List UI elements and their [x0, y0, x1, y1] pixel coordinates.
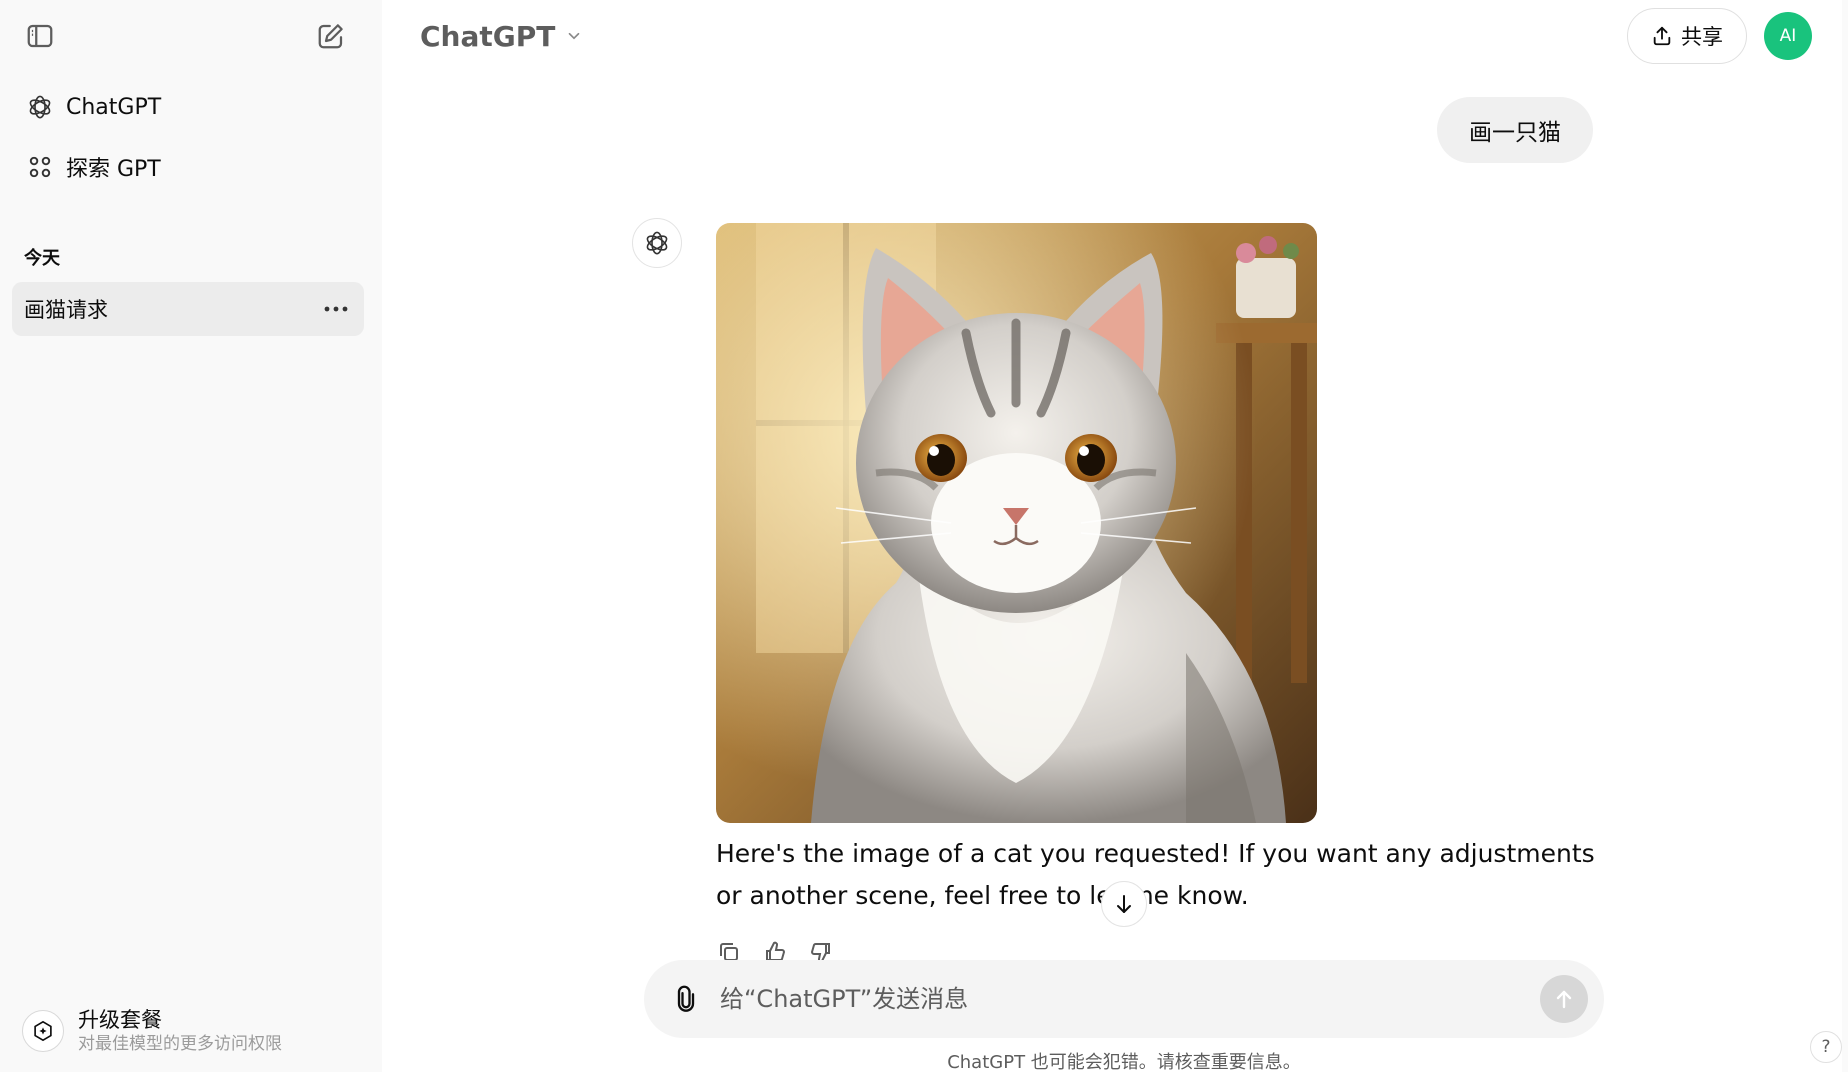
disclaimer-text: ChatGPT 也可能会犯错。请核查重要信息。	[947, 1052, 1301, 1072]
scroll-to-bottom-button[interactable]	[1101, 881, 1147, 927]
new-chat-button[interactable]	[309, 14, 353, 58]
thumbs-down-icon	[810, 942, 830, 960]
assistant-reply-text: Here's the image of a cat you requested!…	[716, 839, 1595, 910]
grid-dots-icon	[24, 151, 56, 183]
upgrade-subtitle: 对最佳模型的更多访问权限	[78, 1034, 282, 1054]
more-options-button[interactable]	[318, 292, 354, 326]
user-message-bubble: 画一只猫	[1437, 97, 1593, 163]
thumbs-up-icon	[766, 941, 786, 960]
openai-logo-icon	[24, 91, 56, 123]
sidebar: ChatGPT 探索 GPT 今天 画猫请求 升级套餐 对最佳模型的更多访问权限	[0, 0, 382, 1072]
sparkle-icon	[22, 1010, 64, 1052]
ellipsis-icon	[324, 306, 348, 312]
assistant-avatar	[632, 218, 682, 268]
model-name: ChatGPT	[420, 19, 556, 53]
share-button[interactable]: 共享	[1627, 8, 1747, 64]
arrow-down-icon	[1117, 895, 1131, 913]
upgrade-plan-button[interactable]: 升级套餐 对最佳模型的更多访问权限	[12, 1000, 364, 1062]
copy-button[interactable]	[716, 940, 742, 960]
sidebar-item-explore-gpts[interactable]: 探索 GPT	[12, 141, 364, 193]
arrow-up-icon	[1556, 990, 1572, 1009]
section-heading-today: 今天	[24, 248, 60, 269]
sidebar-item-label: 探索 GPT	[66, 157, 161, 182]
edit-icon	[318, 24, 343, 49]
sidebar-item-label: ChatGPT	[66, 94, 162, 120]
toggle-sidebar-button[interactable]	[18, 14, 62, 58]
history-item[interactable]: 画猫请求	[12, 282, 364, 336]
copy-icon	[720, 943, 738, 960]
scrollbar[interactable]	[1842, 0, 1848, 1072]
attach-file-button[interactable]	[664, 977, 708, 1021]
upgrade-title: 升级套餐	[78, 1008, 162, 1032]
sidebar-toggle-icon	[27, 24, 53, 48]
send-button[interactable]	[1540, 975, 1588, 1023]
user-avatar[interactable]: AI	[1764, 12, 1812, 60]
thumbs-up-button[interactable]	[762, 940, 788, 960]
share-label: 共享	[1681, 25, 1723, 49]
generated-cat-image[interactable]	[716, 223, 1317, 823]
paperclip-icon	[677, 985, 695, 1012]
help-button[interactable]: ?	[1810, 1031, 1842, 1063]
message-actions	[716, 940, 834, 960]
share-upload-icon	[1653, 26, 1671, 46]
model-selector[interactable]: ChatGPT	[408, 14, 595, 58]
chevron-down-icon	[569, 32, 580, 40]
openai-logo-icon	[646, 231, 668, 255]
history-item-title: 画猫请求	[24, 298, 108, 322]
message-input[interactable]	[720, 976, 1460, 1022]
message-composer	[644, 960, 1604, 1038]
thumbs-down-button[interactable]	[808, 940, 834, 960]
sidebar-item-chatgpt[interactable]: ChatGPT	[12, 81, 364, 133]
